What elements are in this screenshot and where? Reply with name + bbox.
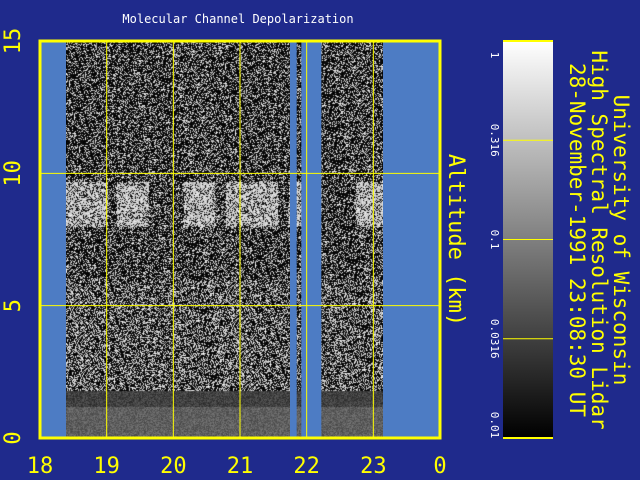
depolarization-image [66,41,383,438]
x-tick-label: 18 [27,454,54,479]
data-gap [301,41,322,438]
data-gap [290,41,297,438]
x-tick-label: 0 [433,454,446,479]
y-tick-label: 0 [1,431,26,444]
y-tick-label: 5 [1,299,26,312]
y-axis-ticks: 0 5 10 15 [1,28,26,445]
x-tick-label: 19 [93,454,120,479]
colorbar-tick-label: 0.1 [488,230,501,250]
x-axis-ticks: 18 19 20 21 22 23 0 [27,454,447,479]
colorbar-tick-label: 0.01 [488,412,501,439]
side-text: University of Wisconsin High Spectral Re… [565,50,633,429]
colorbar-tick-label: 0.0316 [488,319,501,359]
timestamp-label: 28-November-1991 23:08:30 UT [565,63,589,417]
plot-area [38,39,442,440]
colorbar: 1 0.316 0.1 0.0316 0.01 [488,40,553,439]
chart-title: Molecular Channel Depolarization [122,12,353,26]
x-tick-label: 20 [160,454,187,479]
colorbar-tick-label: 0.316 [488,124,501,157]
institution-label: University of Wisconsin [609,95,633,386]
instrument-label: High Spectral Resolution Lidar [587,50,611,429]
colorbar-tick-label: 1 [488,52,501,59]
y-tick-label: 10 [1,160,26,187]
lidar-chart: Molecular Channel Depolarization 051015 … [1,12,633,479]
x-tick-label: 23 [360,454,387,479]
y-tick-label: 15 [1,28,26,55]
y-axis-label: Altitude (km) [443,154,468,326]
x-tick-label: 22 [293,454,320,479]
x-tick-label: 21 [227,454,254,479]
